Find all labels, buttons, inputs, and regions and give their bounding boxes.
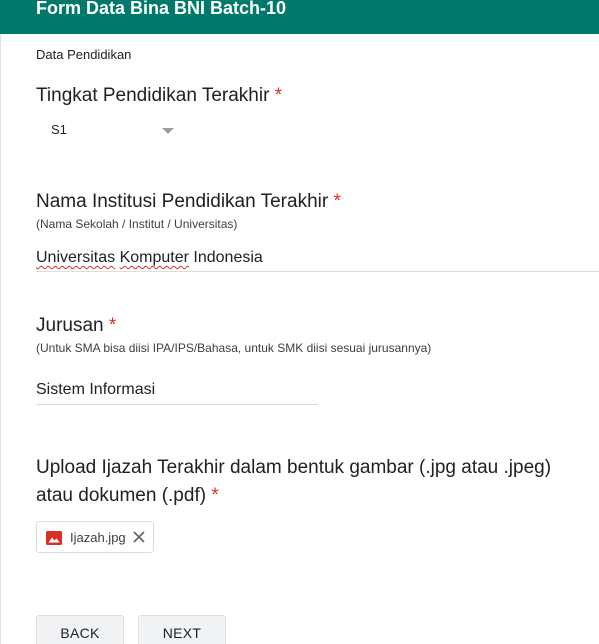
close-icon[interactable] — [132, 530, 146, 544]
form-title: Form Data Bina BNI Batch-10 — [36, 0, 287, 18]
image-file-icon — [46, 531, 62, 545]
required-mark: * — [108, 315, 117, 336]
upload-title-line1: Upload Ijazah Terakhir dalam bentuk gamb… — [36, 457, 552, 478]
required-mark: * — [333, 191, 341, 212]
institution-help: (Nama Sekolah / Institut / Universitas) — [36, 217, 238, 231]
upload-question: atau dokumen (.pdf) * — [36, 484, 219, 508]
dropdown-arrow-icon — [162, 128, 174, 134]
form-header: Form Data Bina BNI Batch-10 — [0, 0, 599, 34]
form-page: Form Data Bina BNI Batch-10 Data Pendidi… — [0, 0, 599, 644]
section-title: Data Pendidikan — [36, 47, 132, 62]
institution-input-underline — [36, 271, 599, 272]
back-button[interactable]: BACK — [36, 615, 124, 644]
institution-answer-part1: Universitas — [36, 249, 116, 266]
education-level-title: Tingkat Pendidikan Terakhir — [36, 85, 270, 106]
upload-title-line2: atau dokumen (.pdf) — [36, 485, 207, 506]
education-level-question: Tingkat Pendidikan Terakhir * — [36, 84, 282, 108]
institution-question: Nama Institusi Pendidikan Terakhir * — [36, 190, 341, 214]
major-input-underline — [36, 404, 318, 405]
major-help: (Untuk SMA bisa diisi IPA/IPS/Bahasa, un… — [36, 341, 432, 355]
institution-answer-part2: Komputer — [119, 249, 189, 266]
uploaded-file-chip[interactable]: Ijazah.jpg — [36, 521, 154, 553]
education-level-selected: S1 — [51, 122, 67, 137]
institution-input[interactable]: Universitas Komputer Indonesia — [36, 248, 263, 268]
next-button[interactable]: NEXT — [138, 615, 226, 644]
required-mark: * — [274, 85, 283, 106]
institution-answer-part3: Indonesia — [188, 249, 263, 266]
uploaded-file-name: Ijazah.jpg — [70, 530, 126, 545]
education-level-dropdown[interactable]: S1 — [36, 116, 186, 144]
major-input[interactable]: Sistem Informasi — [36, 380, 155, 400]
required-mark: * — [211, 485, 219, 506]
major-question: Jurusan * — [36, 314, 116, 338]
institution-title: Nama Institusi Pendidikan Terakhir — [36, 191, 329, 212]
card-left-border — [0, 34, 1, 644]
major-title: Jurusan — [36, 315, 104, 336]
